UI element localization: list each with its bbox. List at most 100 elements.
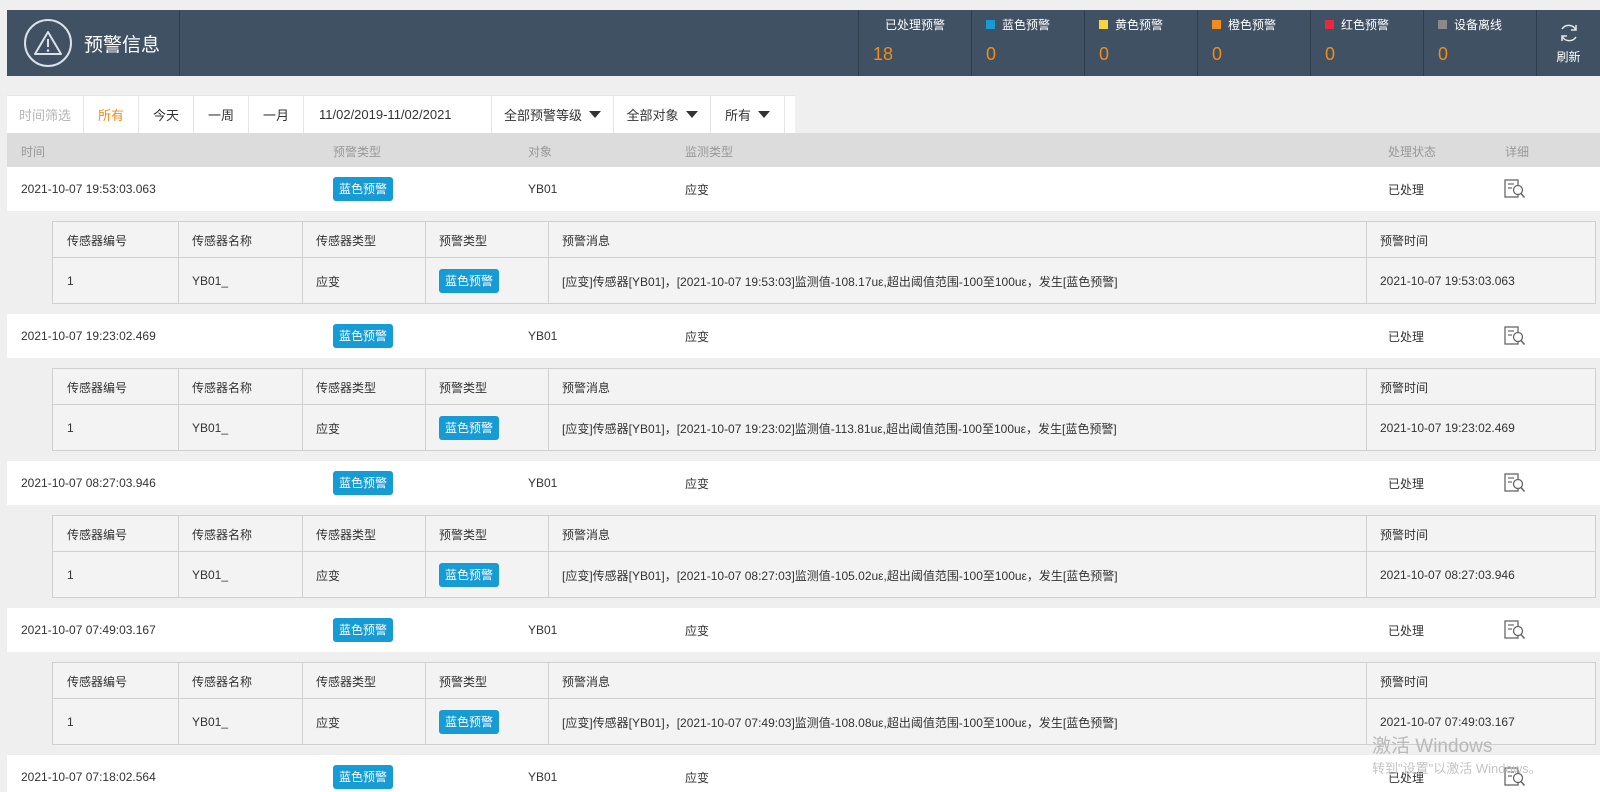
stat-label: 黄色预警	[1115, 18, 1164, 32]
sub-sensor-name: YB01_	[192, 274, 229, 288]
windows-activation-watermark: 激活 Windows	[1372, 736, 1493, 757]
sub-header-message: 预警消息	[562, 233, 611, 248]
sub-sensor-name: YB01_	[192, 715, 229, 729]
stat-label: 橙色预警	[1228, 18, 1277, 32]
stat-value: 0	[1099, 44, 1110, 64]
sub-alert-time: 2021-10-07 19:53:03.063	[1380, 274, 1515, 288]
sub-header-alert-time: 预警时间	[1380, 380, 1429, 395]
table-row[interactable]: 2021-10-07 07:49:03.167 蓝色预警 YB01 应变 已处理	[7, 608, 1600, 652]
row-time: 2021-10-07 19:53:03.063	[21, 182, 156, 196]
stat-yellow: 黄色预警 0	[1085, 10, 1198, 76]
sub-sensor-id: 1	[67, 274, 74, 288]
stat-value: 18	[873, 44, 894, 64]
filter-option-month[interactable]: 一月	[249, 96, 304, 133]
sub-header-sensor-id: 传感器编号	[67, 233, 128, 248]
sub-message: [应变]传感器[YB01]，[2021-10-07 19:53:03]监测值-1…	[562, 274, 1118, 289]
alert-detail-table: 传感器编号 传感器名称 传感器类型 预警类型 预警消息 预警时间 1 YB01_…	[52, 515, 1596, 598]
sub-header-alert-type: 预警类型	[439, 380, 488, 395]
row-time: 2021-10-07 08:27:03.946	[21, 476, 156, 490]
sub-sensor-type: 应变	[316, 568, 341, 583]
orange-swatch-icon	[1212, 20, 1221, 29]
sub-sensor-type: 应变	[316, 274, 341, 289]
stat-offline: 设备离线 0	[1424, 10, 1537, 76]
alert-type-badge[interactable]: 蓝色预警	[333, 765, 394, 789]
sub-header-sensor-type: 传感器类型	[316, 233, 377, 248]
sub-header-alert-type: 预警类型	[439, 674, 488, 689]
filter-option-all[interactable]: 所有	[84, 96, 139, 133]
sub-header-sensor-type: 传感器类型	[316, 674, 377, 689]
row-monitor-type: 应变	[685, 182, 710, 197]
detail-search-icon[interactable]	[1504, 608, 1526, 652]
object-dropdown-label: 全部对象	[626, 108, 679, 123]
date-range-input[interactable]: 11/02/2019-11/02/2021	[304, 96, 492, 133]
detail-search-icon[interactable]	[1504, 314, 1526, 358]
sub-header-sensor-type: 传感器类型	[316, 527, 377, 542]
alert-type-badge[interactable]: 蓝色预警	[333, 618, 394, 642]
row-time: 2021-10-07 07:18:02.564	[21, 770, 156, 784]
sub-message: [应变]传感器[YB01]，[2021-10-07 19:23:02]监测值-1…	[562, 421, 1117, 436]
row-object: YB01	[528, 182, 558, 196]
sub-header-sensor-name: 传感器名称	[192, 233, 253, 248]
level-dropdown-label: 全部预警等级	[503, 108, 582, 123]
stat-value: 0	[1325, 44, 1336, 64]
detail-search-icon[interactable]	[1504, 461, 1526, 505]
row-status: 已处理	[1388, 623, 1425, 638]
sub-header-sensor-id: 传感器编号	[67, 674, 128, 689]
yellow-swatch-icon	[1099, 20, 1108, 29]
sub-header-sensor-name: 传感器名称	[192, 380, 253, 395]
alert-type-badge[interactable]: 蓝色预警	[333, 471, 394, 495]
filter-option-week[interactable]: 一周	[194, 96, 249, 133]
refresh-icon	[1560, 24, 1577, 41]
alert-detail-table: 传感器编号 传感器名称 传感器类型 预警类型 预警消息 预警时间 1 YB01_…	[52, 221, 1596, 304]
sub-header-sensor-type: 传感器类型	[316, 380, 377, 395]
stat-label: 设备离线	[1454, 18, 1503, 32]
alert-detail-table: 传感器编号 传感器名称 传感器类型 预警类型 预警消息 预警时间 1 YB01_…	[52, 662, 1596, 745]
table-row[interactable]: 2021-10-07 19:53:03.063 蓝色预警 YB01 应变 已处理	[7, 167, 1600, 211]
col-header-status: 处理状态	[1388, 145, 1437, 159]
stat-label: 红色预警	[1341, 18, 1390, 32]
refresh-label: 刷新	[1556, 49, 1581, 64]
object-dropdown[interactable]: 全部对象	[614, 96, 711, 133]
row-object: YB01	[528, 476, 558, 490]
alert-type-badge[interactable]: 蓝色预警	[439, 710, 500, 734]
table-row[interactable]: 2021-10-07 08:27:03.946 蓝色预警 YB01 应变 已处理	[7, 461, 1600, 505]
detail-search-icon[interactable]	[1504, 167, 1526, 211]
row-status: 已处理	[1388, 182, 1425, 197]
blue-swatch-icon	[986, 20, 995, 29]
status-dropdown-label: 所有	[724, 108, 751, 123]
table-row[interactable]: 2021-10-07 07:18:02.564 蓝色预警 YB01 应变 已处理	[7, 755, 1600, 792]
sub-header-alert-time: 预警时间	[1380, 233, 1429, 248]
level-dropdown[interactable]: 全部预警等级	[492, 96, 614, 133]
sub-sensor-name: YB01_	[192, 568, 229, 582]
alert-type-badge[interactable]: 蓝色预警	[439, 269, 500, 293]
alert-type-badge[interactable]: 蓝色预警	[439, 563, 500, 587]
sub-header-sensor-id: 传感器编号	[67, 380, 128, 395]
alert-type-badge[interactable]: 蓝色预警	[333, 324, 394, 348]
stat-processed: 已处理预警 18	[859, 10, 972, 76]
row-status: 已处理	[1388, 329, 1425, 344]
sub-header-message: 预警消息	[562, 380, 611, 395]
stat-value: 0	[1438, 44, 1449, 64]
alert-type-badge[interactable]: 蓝色预警	[439, 416, 500, 440]
table-row[interactable]: 2021-10-07 19:23:02.469 蓝色预警 YB01 应变 已处理	[7, 314, 1600, 358]
sub-alert-time: 2021-10-07 08:27:03.946	[1380, 568, 1515, 582]
sub-sensor-id: 1	[67, 568, 74, 582]
sub-header-sensor-name: 传感器名称	[192, 674, 253, 689]
alert-detail-table: 传感器编号 传感器名称 传感器类型 预警类型 预警消息 预警时间 1 YB01_…	[52, 368, 1596, 451]
red-swatch-icon	[1325, 20, 1334, 29]
gray-swatch-icon	[1438, 20, 1447, 29]
sub-sensor-type: 应变	[316, 715, 341, 730]
sub-header-sensor-id: 传感器编号	[67, 527, 128, 542]
time-filter-label: 时间筛选	[7, 96, 84, 133]
refresh-button[interactable]: 刷新	[1537, 10, 1600, 76]
row-time: 2021-10-07 07:49:03.167	[21, 623, 156, 637]
sub-alert-time: 2021-10-07 19:23:02.469	[1380, 421, 1515, 435]
col-header-object: 对象	[528, 145, 553, 159]
row-monitor-type: 应变	[685, 623, 710, 638]
filter-option-today[interactable]: 今天	[139, 96, 194, 133]
sub-header-message: 预警消息	[562, 527, 611, 542]
stat-value: 0	[1212, 44, 1223, 64]
col-header-monitor-type: 监测类型	[685, 145, 734, 159]
alert-type-badge[interactable]: 蓝色预警	[333, 177, 394, 201]
status-dropdown[interactable]: 所有	[711, 96, 785, 133]
